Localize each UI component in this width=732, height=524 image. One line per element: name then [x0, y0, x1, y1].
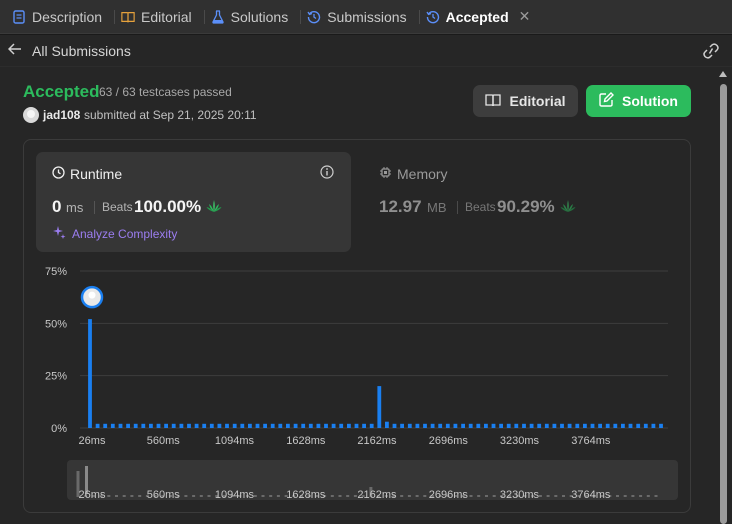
link-icon[interactable] — [702, 43, 720, 64]
tab-divider — [114, 9, 116, 24]
submission-header: All Submissions — [0, 35, 732, 67]
divider — [457, 201, 458, 214]
runtime-unit: ms — [66, 200, 84, 215]
avatar[interactable] — [23, 107, 39, 123]
runtime-beats-value: 100.00% — [134, 197, 202, 216]
divider — [94, 201, 95, 214]
history-icon — [307, 10, 321, 24]
editorial-button-label: Editorial — [509, 93, 566, 109]
edit-icon — [599, 92, 614, 110]
memory-beats-value: 90.29% — [497, 197, 555, 216]
chart-range-slider[interactable] — [67, 460, 678, 500]
flask-icon — [211, 9, 225, 24]
sparkle-icon — [52, 225, 66, 242]
tab-label: Submissions — [327, 8, 407, 25]
leetcode-leaf-icon — [560, 199, 576, 218]
all-submissions-link[interactable]: All Submissions — [32, 43, 131, 59]
tab-submissions[interactable]: Submissions — [305, 0, 414, 34]
info-icon[interactable] — [320, 165, 334, 184]
editorial-button[interactable]: Editorial — [473, 85, 578, 117]
tab-divider — [418, 9, 420, 24]
chip-icon — [379, 166, 392, 182]
runtime-beats-label: Beats — [102, 200, 133, 214]
analyze-complexity-button[interactable]: Analyze Complexity — [52, 225, 177, 242]
book-icon — [121, 10, 135, 24]
history-icon — [426, 10, 440, 24]
runtime-title: Runtime — [52, 166, 122, 182]
username[interactable]: jad108 — [43, 108, 80, 122]
tab-label: Editorial — [141, 8, 192, 25]
scrollbar-thumb[interactable] — [720, 84, 727, 524]
memory-value: 12.97 — [379, 197, 422, 216]
tab-solutions[interactable]: Solutions — [209, 0, 297, 34]
tab-label: Accepted — [445, 8, 509, 25]
tab-accepted[interactable]: Accepted ✕ — [424, 0, 539, 34]
close-icon[interactable]: ✕ — [519, 8, 531, 25]
tab-label: Description — [32, 8, 103, 25]
tab-editorial[interactable]: Editorial — [119, 0, 200, 34]
description-icon — [12, 9, 26, 24]
solution-button[interactable]: Solution — [586, 85, 691, 117]
scroll-up-icon[interactable] — [719, 71, 727, 77]
runtime-label: Runtime — [70, 166, 123, 182]
memory-label: Memory — [397, 166, 448, 182]
tab-bar: Description Editorial Solutions Submissi… — [0, 0, 732, 34]
tab-divider — [203, 9, 205, 24]
memory-unit: MB — [427, 200, 447, 215]
leetcode-leaf-icon — [206, 199, 222, 218]
book-icon — [485, 93, 502, 110]
solution-button-label: Solution — [622, 93, 678, 109]
tab-divider — [300, 9, 302, 24]
tab-label: Solutions — [230, 8, 289, 25]
tab-description[interactable]: Description — [10, 0, 110, 34]
submitted-time: submitted at Sep 21, 2025 20:11 — [84, 108, 257, 122]
memory-beats-label: Beats — [465, 200, 496, 214]
runtime-value: 0 — [52, 197, 62, 216]
clock-icon — [52, 166, 65, 182]
memory-title[interactable]: Memory — [379, 166, 448, 182]
status-accepted: Accepted — [23, 82, 100, 101]
analyze-complexity-label: Analyze Complexity — [72, 226, 178, 241]
testcases-passed: 63 / 63 testcases passed — [99, 85, 232, 99]
arrow-left-icon[interactable] — [7, 42, 24, 60]
